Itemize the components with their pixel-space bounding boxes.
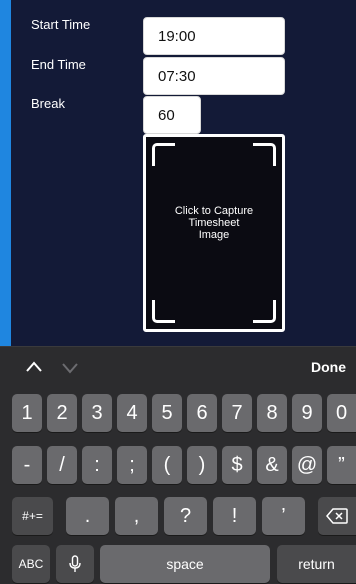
key-quote[interactable]: ” (327, 446, 356, 484)
viewfinder-corner-top-left (152, 143, 175, 166)
break-label: Break (31, 96, 65, 111)
break-value: 60 (158, 106, 175, 124)
key-dollar[interactable]: $ (222, 446, 252, 484)
key-8[interactable]: 8 (257, 394, 287, 432)
key-slash[interactable]: / (47, 446, 77, 484)
key-colon[interactable]: : (82, 446, 112, 484)
key-apostrophe[interactable]: ’ (262, 497, 305, 535)
keyboard-toolbar: Done (0, 346, 356, 387)
numeric-keyboard: 1 2 3 4 5 6 7 8 9 0 - / : ; ( ) $ & @ ” … (0, 386, 356, 584)
viewfinder-corner-bottom-right (253, 300, 276, 323)
key-2[interactable]: 2 (47, 394, 77, 432)
dictation-key[interactable] (56, 545, 94, 583)
end-time-field[interactable]: 07:30 (143, 57, 285, 95)
key-comma[interactable]: , (115, 497, 158, 535)
capture-timesheet-button[interactable]: Click to Capture Timesheet Image (143, 134, 285, 332)
key-open-paren[interactable]: ( (152, 446, 182, 484)
symbols-key[interactable]: #+= (12, 497, 53, 535)
break-field[interactable]: 60 (143, 96, 201, 134)
key-3[interactable]: 3 (82, 394, 112, 432)
key-hyphen[interactable]: - (12, 446, 42, 484)
key-close-paren[interactable]: ) (187, 446, 217, 484)
done-button[interactable]: Done (311, 359, 346, 375)
key-at[interactable]: @ (292, 446, 322, 484)
key-1[interactable]: 1 (12, 394, 42, 432)
backspace-icon (326, 508, 348, 524)
end-time-label: End Time (31, 57, 86, 72)
key-period[interactable]: . (66, 497, 109, 535)
key-7[interactable]: 7 (222, 394, 252, 432)
return-key[interactable]: return (277, 545, 356, 583)
key-9[interactable]: 9 (292, 394, 322, 432)
chevron-down-icon[interactable] (62, 359, 78, 375)
key-semicolon[interactable]: ; (117, 446, 147, 484)
key-0[interactable]: 0 (327, 394, 356, 432)
viewfinder-corner-top-right (253, 143, 276, 166)
key-question[interactable]: ? (164, 497, 207, 535)
microphone-icon (69, 555, 81, 572)
capture-instruction-text: Click to Capture Timesheet Image (174, 205, 254, 241)
start-time-value: 19:00 (158, 27, 196, 45)
timesheet-form: Start Time 19:00 End Time 07:30 Break 60… (11, 0, 356, 346)
key-5[interactable]: 5 (152, 394, 182, 432)
chevron-up-icon[interactable] (26, 359, 42, 375)
key-exclamation[interactable]: ! (213, 497, 256, 535)
key-ampersand[interactable]: & (257, 446, 287, 484)
backspace-key[interactable] (318, 497, 356, 535)
key-6[interactable]: 6 (187, 394, 217, 432)
left-accent-stripe (0, 0, 11, 346)
key-4[interactable]: 4 (117, 394, 147, 432)
abc-key[interactable]: ABC (12, 545, 50, 583)
start-time-label: Start Time (31, 17, 91, 32)
start-time-field[interactable]: 19:00 (143, 17, 285, 55)
viewfinder-corner-bottom-left (152, 300, 175, 323)
space-key[interactable]: space (100, 545, 270, 583)
end-time-value: 07:30 (158, 67, 196, 85)
